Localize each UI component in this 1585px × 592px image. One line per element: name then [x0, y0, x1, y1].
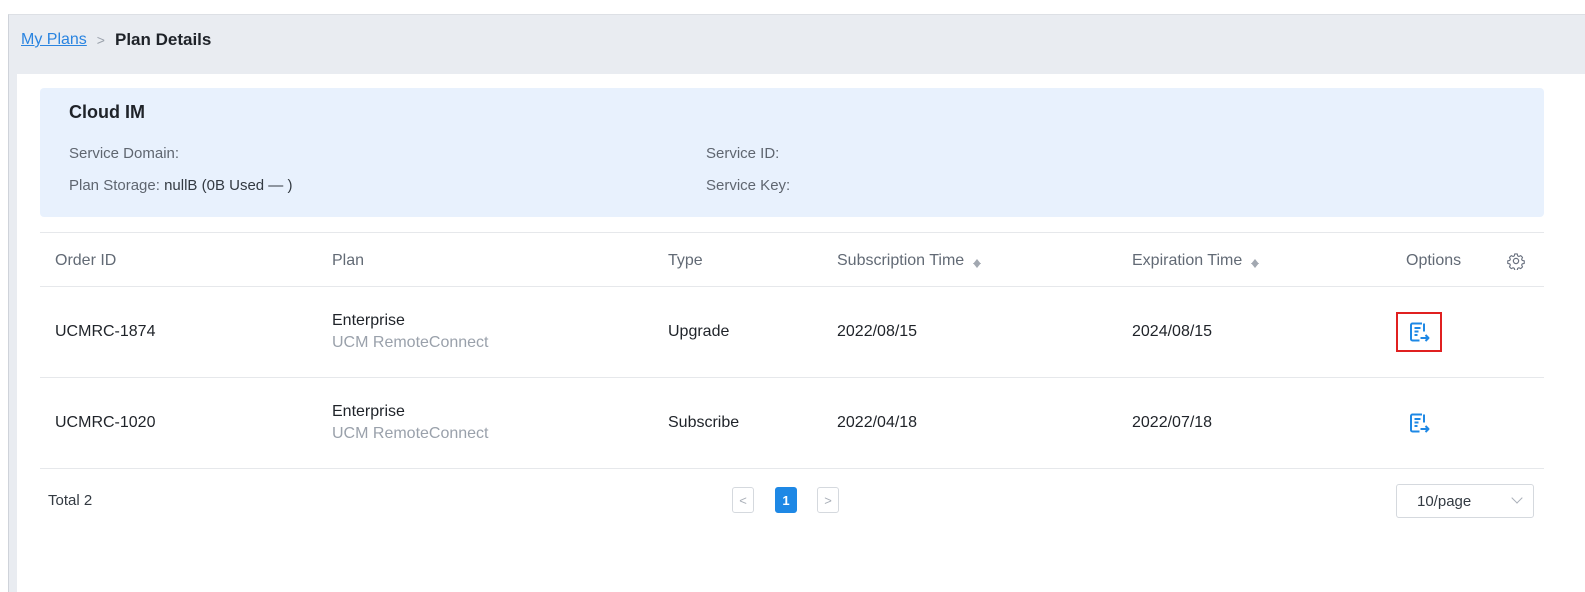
- export-detail-button[interactable]: [1396, 403, 1442, 443]
- breadcrumb-separator: >: [96, 32, 105, 48]
- orders-table: Order ID Plan Type Subscription Time Exp…: [40, 232, 1544, 469]
- plan-storage-label: Plan Storage:: [69, 177, 160, 194]
- page-1-button[interactable]: 1: [775, 487, 797, 513]
- next-page-button[interactable]: >: [817, 487, 839, 513]
- column-order-id: Order ID: [55, 251, 117, 269]
- column-expiration-time-label: Expiration Time: [1132, 251, 1243, 269]
- sort-icon[interactable]: [972, 254, 982, 268]
- service-info-box: Cloud IM Service Domain: Plan Storage: n…: [40, 88, 1544, 217]
- prev-page-button[interactable]: <: [732, 487, 754, 513]
- total-count: Total 2: [48, 492, 93, 509]
- plan-name: Enterprise: [332, 403, 405, 420]
- column-expiration-time[interactable]: Expiration Time: [1132, 233, 1260, 288]
- plan-product: UCM RemoteConnect: [332, 334, 489, 351]
- page-title: Plan Details: [114, 30, 212, 49]
- plan-storage-row: Plan Storage: nullB (0B Used — ): [69, 177, 292, 194]
- service-domain-label: Service Domain:: [69, 145, 180, 162]
- chevron-down-icon: [1511, 492, 1523, 504]
- type-cell: Upgrade: [668, 323, 730, 340]
- service-key-row: Service Key:: [706, 177, 790, 194]
- order-id-cell: UCMRC-1874: [55, 323, 156, 340]
- column-subscription-time-label: Subscription Time: [837, 251, 965, 269]
- plan-cell: Enterprise UCM RemoteConnect: [332, 287, 489, 377]
- service-domain-row: Service Domain:: [69, 145, 179, 162]
- column-plan: Plan: [332, 251, 365, 269]
- table-footer: Total 2 < 1 > 10/page: [40, 484, 1544, 524]
- column-settings-button[interactable]: [1507, 233, 1525, 288]
- plan-product: UCM RemoteConnect: [332, 425, 489, 442]
- gear-icon[interactable]: [1507, 252, 1525, 270]
- breadcrumb: My Plans > Plan Details: [21, 29, 211, 51]
- plan-details-panel: Cloud IM Service Domain: Plan Storage: n…: [17, 74, 1585, 592]
- plan-name: Enterprise: [332, 312, 405, 329]
- service-name: Cloud IM: [69, 102, 145, 122]
- subscription-time-cell: 2022/04/18: [837, 414, 918, 431]
- table-header: Order ID Plan Type Subscription Time Exp…: [40, 232, 1544, 287]
- type-cell: Subscribe: [668, 414, 740, 431]
- column-options: Options: [1406, 251, 1462, 269]
- page-size-select[interactable]: 10/page: [1396, 484, 1534, 518]
- service-id-label: Service ID:: [706, 145, 780, 162]
- main-frame: My Plans > Plan Details Cloud IM Service…: [8, 14, 1585, 592]
- subscription-time-cell: 2022/08/15: [837, 323, 918, 340]
- export-detail-icon: [1410, 413, 1430, 433]
- sort-icon[interactable]: [1250, 254, 1260, 268]
- column-subscription-time[interactable]: Subscription Time: [837, 233, 982, 288]
- expiration-time-cell: 2022/07/18: [1132, 414, 1213, 431]
- order-id-cell: UCMRC-1020: [55, 414, 156, 431]
- plan-cell: Enterprise UCM RemoteConnect: [332, 378, 489, 468]
- page-size-value: 10/page: [1417, 492, 1472, 510]
- breadcrumb-my-plans-link[interactable]: My Plans: [21, 31, 87, 49]
- plan-storage-value: nullB (0B Used — ): [164, 177, 293, 194]
- service-id-row: Service ID:: [706, 145, 779, 162]
- export-detail-button[interactable]: [1396, 312, 1442, 352]
- table-row: UCMRC-1874 Enterprise UCM RemoteConnect …: [40, 287, 1544, 378]
- expiration-time-cell: 2024/08/15: [1132, 323, 1213, 340]
- column-type: Type: [668, 251, 703, 269]
- service-key-label: Service Key:: [706, 177, 791, 194]
- export-detail-icon: [1410, 322, 1430, 342]
- table-row: UCMRC-1020 Enterprise UCM RemoteConnect …: [40, 378, 1544, 469]
